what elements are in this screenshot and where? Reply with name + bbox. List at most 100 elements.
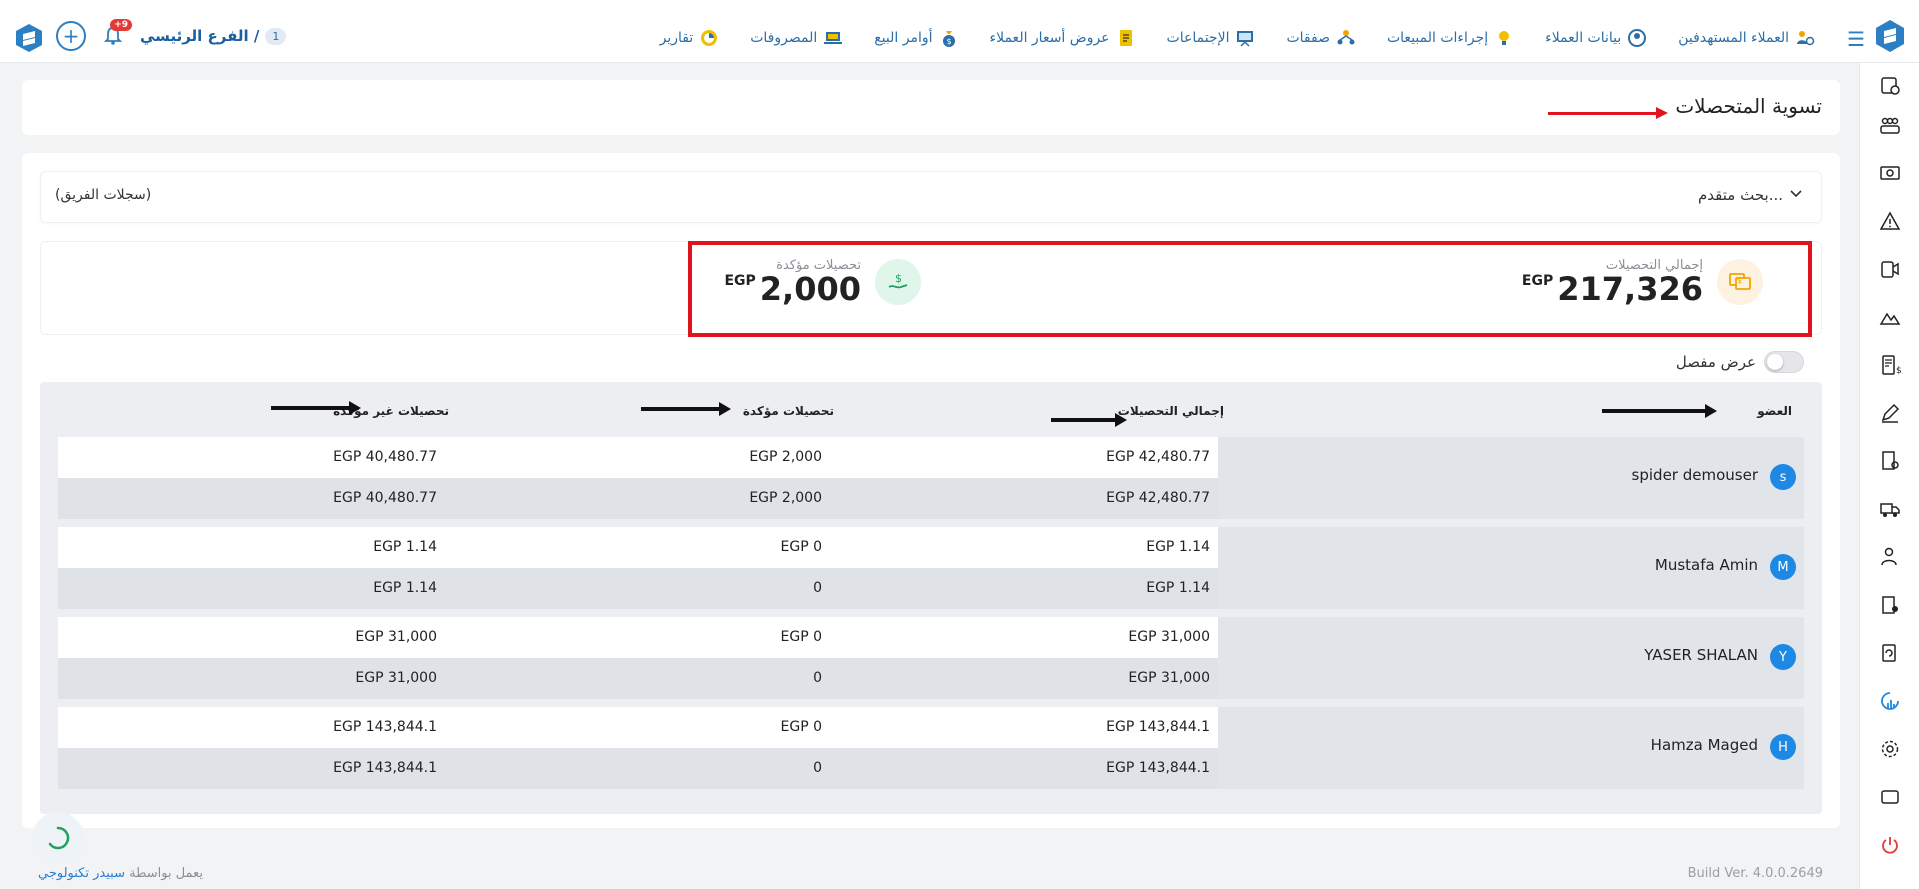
header-member[interactable]: العضو [1757,404,1792,418]
add-button[interactable]: + [56,21,86,51]
mountain-icon[interactable] [1877,304,1903,330]
nav-item-target-clients[interactable]: العملاء المستهدفين [1663,27,1831,49]
screen-icon[interactable] [1877,784,1903,810]
detailed-view-toggle-row: عرض مفصل [1676,351,1804,373]
table-subrow: EGP 1.14 0 EGP 1.14 [58,568,1218,609]
cell-total: EGP 143,844.1 [1106,760,1210,776]
advanced-search-toggle[interactable]: بحث متقدم... [1698,186,1803,204]
money-bag-icon: $ [938,27,960,49]
user-hand-icon[interactable] [1877,544,1903,570]
pen-icon[interactable] [1877,400,1903,426]
advanced-search-label: بحث متقدم... [1698,186,1783,204]
powered-by: يعمل بواسطة سبيدر تكنولوجي [38,866,203,881]
power-icon[interactable] [1877,832,1903,858]
nav-item-sales-actions[interactable]: إجراءات المبيعات [1372,27,1530,49]
delivery-truck-icon[interactable] [1877,496,1903,522]
cell-total: EGP 1.14 [1146,580,1210,596]
member-name[interactable]: Hamza Maged [1651,736,1758,754]
chevron-down-icon [1789,186,1803,204]
nav-label: المصروفات [750,30,818,46]
wallet-settings-icon[interactable] [1877,72,1903,98]
title-card: تسوية المتحصلات [22,80,1840,135]
cell-confirmed: EGP 0 [780,539,823,555]
document-sync-icon[interactable] [1877,640,1903,666]
detailed-view-toggle[interactable] [1764,351,1804,373]
member-name[interactable]: Mustafa Amin [1655,556,1758,574]
member-cell: Hamza Maged H [1218,707,1804,789]
table-subrow: EGP 143,844.1 EGP 0 EGP 143,844.1 [58,707,1218,748]
laptop-icon [822,27,844,49]
notification-badge: +9 [110,19,132,31]
cell-total: EGP 1.14 [1146,539,1210,555]
cash-icon[interactable] [1877,160,1903,186]
cell-unconfirmed: EGP 143,844.1 [333,760,437,776]
annotation-arrow [1051,413,1127,427]
notifications-button[interactable]: +9 [98,19,132,51]
cell-confirmed: EGP 0 [780,719,823,735]
advanced-search-bar: بحث متقدم... (سجلات الفريق) [40,171,1822,223]
table-row: YASER SHALAN Y EGP 31,000 EGP 0 EGP 31,0… [58,617,1804,699]
presentation-icon [1234,27,1256,49]
cell-confirmed: EGP 0 [780,629,823,645]
nav-item-deals[interactable]: صفقات [1271,27,1372,49]
collections-table: العضو إجمالي التحصيلات تحصيلات مؤكدة تحص… [40,382,1822,814]
nav-item-client-quotes[interactable]: عروض أسعار العملاء [975,27,1152,49]
hamburger-menu-icon[interactable]: ☰ [1847,27,1865,51]
nav-label: عروض أسعار العملاء [989,30,1110,46]
header-total[interactable]: إجمالي التحصيلات [1118,404,1224,418]
gear-icon[interactable] [1877,736,1903,762]
branch-selector[interactable]: الفرع الرئيسي / 1 [140,27,287,45]
cell-total: EGP 42,480.77 [1106,490,1210,506]
warning-icon[interactable] [1877,208,1903,234]
receipt-user-icon[interactable] [1877,448,1903,474]
nav-item-client-data[interactable]: بيانات العملاء [1530,27,1663,49]
nav-item-reports[interactable]: تقارير [645,27,736,49]
powered-brand-link[interactable]: سبيدر تكنولوجي [38,866,125,881]
member-cell: Mustafa Amin M [1218,527,1804,609]
quote-icon [1115,27,1137,49]
cell-unconfirmed: EGP 31,000 [355,629,437,645]
team-icon[interactable] [1877,112,1903,138]
cell-unconfirmed: EGP 40,480.77 [333,449,437,465]
nav-item-expenses[interactable]: المصروفات [735,27,859,49]
table-row: Hamza Maged H EGP 143,844.1 EGP 0 EGP 14… [58,707,1804,789]
deals-icon [1335,27,1357,49]
right-sidebar: $ [1859,63,1919,889]
secondary-logo-icon[interactable] [14,23,44,53]
cell-confirmed: 0 [813,580,822,596]
member-name[interactable]: YASER SHALAN [1644,646,1758,664]
people-target-icon [1794,27,1816,49]
cell-confirmed: 0 [813,670,822,686]
annotation-arrow [271,401,361,415]
table-row: Mustafa Amin M EGP 1.14 EGP 0 EGP 1.14 E… [58,527,1804,609]
branch-count-badge: 1 [265,27,287,45]
avatar: H [1770,734,1796,760]
member-cell: YASER SHALAN Y [1218,617,1804,699]
detailed-view-label: عرض مفصل [1675,353,1756,371]
reports-chart-icon[interactable] [1877,688,1903,714]
cell-confirmed: EGP 2,000 [749,449,822,465]
build-version: Build Ver. 4.0.0.2649 [1687,866,1823,881]
annotation-highlight-box [688,241,1812,337]
loading-spinner-icon [32,812,84,864]
nav-item-sales-orders[interactable]: $ أوامر البيع [859,27,974,49]
video-call-icon[interactable] [1877,256,1903,282]
nav-label: أوامر البيع [874,30,933,46]
nav-item-meetings[interactable]: الإجتماعات [1152,27,1272,49]
invoice-dollar-icon[interactable]: $ [1877,352,1903,378]
main-nav: العملاء المستهدفين بيانات العملاء إجراءا… [645,23,1831,53]
table-row: spider demouser s EGP 42,480.77 EGP 2,00… [58,437,1804,519]
nav-label: بيانات العملاء [1545,30,1622,46]
member-name[interactable]: spider demouser [1632,466,1758,484]
plus-icon: + [62,24,80,48]
team-records-link[interactable]: (سجلات الفريق) [55,187,151,203]
table-subrow: EGP 143,844.1 0 EGP 143,844.1 [58,748,1218,789]
avatar: Y [1770,644,1796,670]
header-confirmed[interactable]: تحصيلات مؤكدة [743,404,834,418]
nav-label: الإجتماعات [1166,30,1230,46]
page-title: تسوية المتحصلات [1675,94,1822,118]
nav-label: العملاء المستهدفين [1678,30,1789,46]
app-logo-icon[interactable] [1875,19,1905,53]
cell-total: EGP 31,000 [1128,670,1210,686]
document-user-icon[interactable] [1877,592,1903,618]
